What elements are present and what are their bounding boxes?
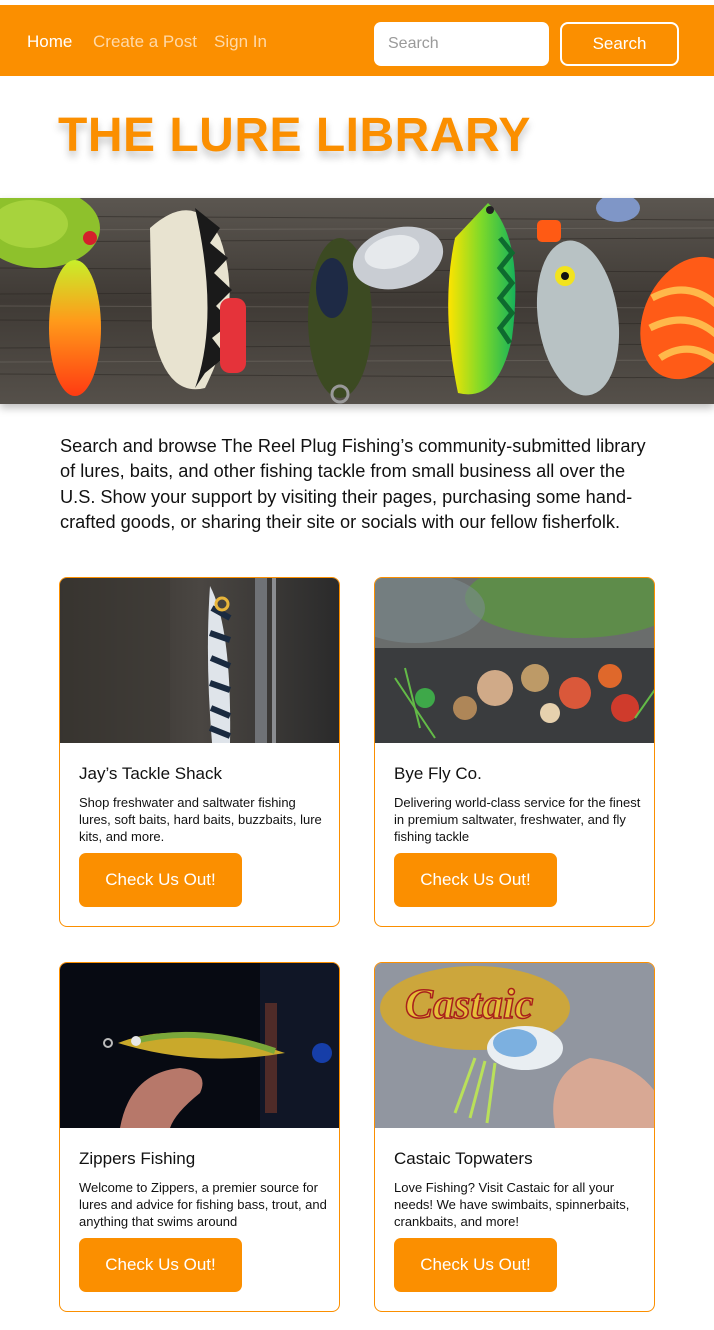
card-image bbox=[60, 578, 339, 743]
card-description: Welcome to Zippers, a premier source for… bbox=[79, 1180, 327, 1229]
page-title: THE LURE LIBRARY bbox=[58, 109, 531, 162]
card-description: Love Fishing? Visit Castaic for all your… bbox=[394, 1180, 630, 1229]
card-image bbox=[60, 963, 339, 1128]
check-us-out-button[interactable]: Check Us Out! bbox=[394, 1238, 557, 1292]
card-title: Jay’s Tackle Shack bbox=[79, 764, 222, 783]
card-title: Castaic Topwaters bbox=[394, 1149, 533, 1168]
nav-link-sign-in[interactable]: Sign In bbox=[214, 32, 267, 52]
check-us-out-button[interactable]: Check Us Out! bbox=[394, 853, 557, 907]
business-card: Castaic Castaic Topwaters Love Fishing? … bbox=[374, 962, 655, 1312]
card-image bbox=[375, 578, 654, 743]
card-title: Zippers Fishing bbox=[79, 1149, 196, 1168]
check-us-out-button[interactable]: Check Us Out! bbox=[79, 1238, 242, 1292]
card-title: Bye Fly Co. bbox=[394, 764, 482, 783]
business-card: Bye Fly Co. Delivering world-class servi… bbox=[374, 577, 655, 927]
card-image: Castaic bbox=[375, 963, 654, 1128]
business-card: Zippers Fishing Welcome to Zippers, a pr… bbox=[59, 962, 340, 1312]
nav-link-home[interactable]: Home bbox=[27, 32, 72, 52]
check-us-out-button[interactable]: Check Us Out! bbox=[79, 853, 242, 907]
card-description: Delivering world-class service for the f… bbox=[394, 795, 641, 844]
hero-banner-image bbox=[0, 198, 714, 404]
castaic-logo-text: Castaic bbox=[405, 982, 534, 1028]
top-navbar: Home Create a Post Sign In Search bbox=[0, 5, 714, 76]
intro-paragraph: Search and browse The Reel Plug Fishing’… bbox=[60, 436, 646, 532]
nav-link-create-post[interactable]: Create a Post bbox=[93, 32, 197, 52]
card-description: Shop freshwater and saltwater fishing lu… bbox=[79, 795, 322, 844]
business-card: Jay’s Tackle Shack Shop freshwater and s… bbox=[59, 577, 340, 927]
search-button[interactable]: Search bbox=[560, 22, 679, 66]
search-input[interactable] bbox=[374, 22, 549, 66]
